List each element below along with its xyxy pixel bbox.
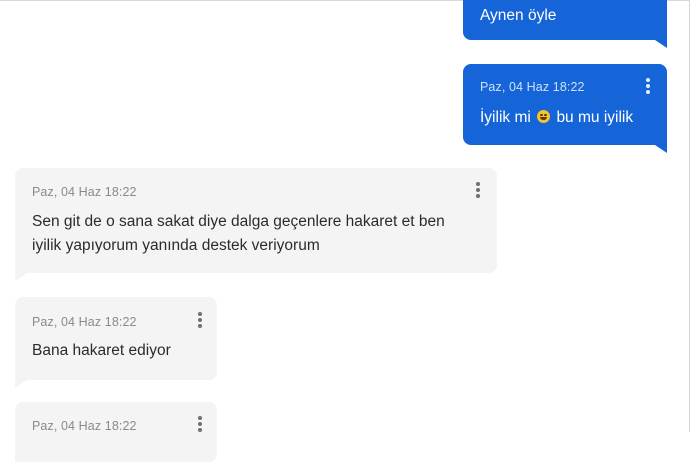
- message-menu-icon[interactable]: [473, 181, 483, 199]
- grinning-face-icon: [537, 110, 551, 123]
- message-bubble-incoming[interactable]: Paz, 04 Haz 18:22: [15, 402, 217, 462]
- bubble-tail: [655, 145, 667, 153]
- message-menu-icon[interactable]: [643, 77, 653, 95]
- message-menu-icon[interactable]: [195, 311, 205, 329]
- message-text: İyilik mi bu mu iyilik: [480, 105, 633, 130]
- bubble-tail: [15, 380, 27, 388]
- message-text-part: İyilik mi: [480, 109, 531, 126]
- message-text-part: bu mu iyilik: [556, 109, 634, 126]
- message-timestamp: Paz, 04 Haz 18:22: [32, 419, 137, 433]
- message-bubble-incoming[interactable]: Paz, 04 Haz 18:22 Sen git de o sana saka…: [15, 168, 497, 281]
- message-timestamp: Paz, 04 Haz 18:22: [32, 315, 137, 329]
- message-thread[interactable]: Aynen öyle Paz, 04 Haz 18:22 İyilik mi b…: [0, 0, 690, 462]
- message-bubble-outgoing[interactable]: Aynen öyle: [463, 0, 667, 48]
- bubble-tail: [655, 40, 667, 48]
- bubble-tail: [15, 273, 27, 281]
- message-text: Aynen öyle: [480, 7, 557, 24]
- message-menu-icon[interactable]: [195, 415, 205, 433]
- message-timestamp: Paz, 04 Haz 18:22: [480, 80, 585, 94]
- message-text-line: iyilik yapıyorum yanında destek veriyoru…: [32, 237, 320, 254]
- message-text-line: Sen git de o sana sakat diye dalga geçen…: [32, 213, 445, 230]
- message-text: Bana hakaret ediyor: [32, 342, 171, 359]
- message-bubble-incoming[interactable]: Paz, 04 Haz 18:22 Bana hakaret ediyor: [15, 297, 217, 388]
- message-bubble-outgoing[interactable]: Paz, 04 Haz 18:22 İyilik mi bu mu iyilik: [463, 64, 667, 153]
- message-timestamp: Paz, 04 Haz 18:22: [32, 185, 137, 199]
